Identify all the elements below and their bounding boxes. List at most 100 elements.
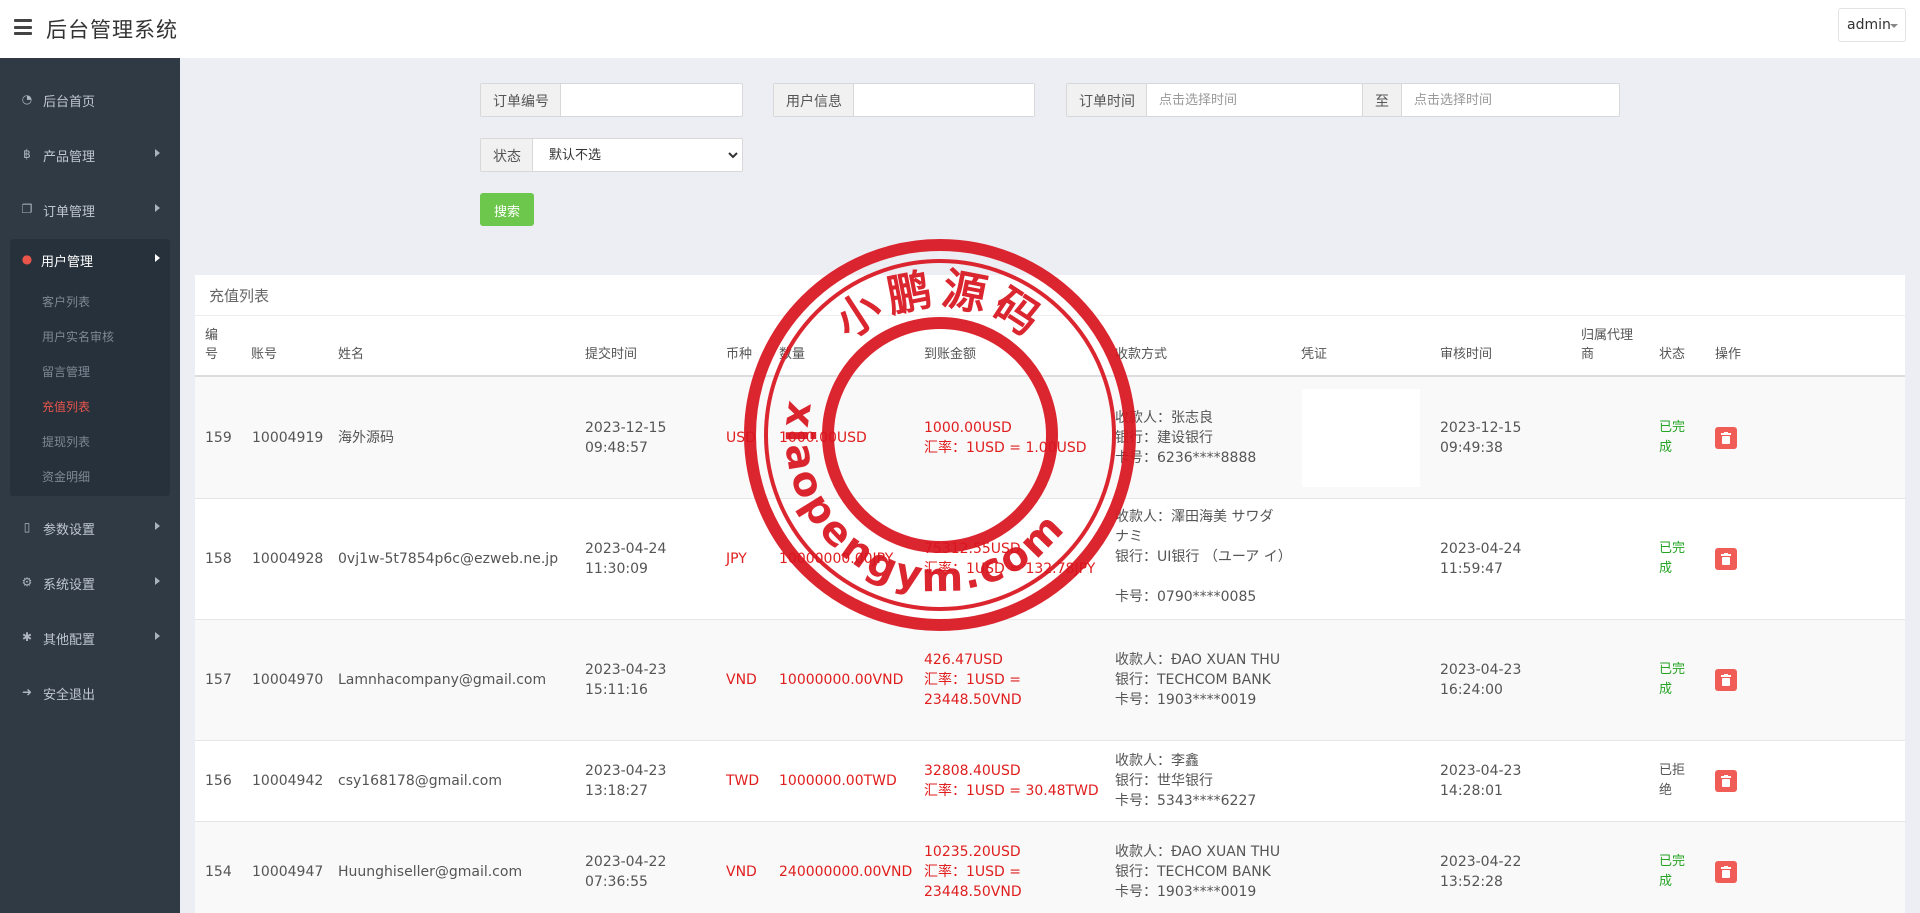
row-received: 10235.20USD bbox=[924, 844, 1021, 860]
divider bbox=[195, 315, 1905, 316]
col-header-id: 编号 bbox=[205, 328, 219, 362]
row-submit-date: 2023-04-23 bbox=[585, 662, 667, 678]
sidebar-item-label: 参数设置 bbox=[43, 523, 96, 538]
sidebar-item-system[interactable]: ⚙ 系统设置 bbox=[0, 562, 180, 602]
row-bank: 银行：世华银行 bbox=[1115, 773, 1213, 789]
status-select[interactable]: 默认不选 bbox=[533, 139, 741, 171]
sidebar-item-label: 订单管理 bbox=[43, 205, 96, 220]
sidebar-item-dashboard[interactable]: ◔ 后台首页 bbox=[0, 79, 180, 119]
row-card: 卡号：1903****0019 bbox=[1115, 692, 1257, 708]
end-time-input[interactable] bbox=[1402, 84, 1618, 116]
col-header-name: 姓名 bbox=[338, 347, 365, 362]
order-no-input[interactable] bbox=[561, 84, 741, 116]
row-payee: 收款人：李鑫 bbox=[1115, 753, 1199, 769]
voucher-image[interactable] bbox=[1302, 389, 1420, 487]
col-header-review-time: 审核时间 bbox=[1440, 347, 1493, 362]
col-header-agent: 归属代理商 bbox=[1581, 328, 1634, 362]
sidebar-item-users[interactable]: ● 用户管理 bbox=[10, 239, 170, 279]
hamburger-menu-icon[interactable] bbox=[14, 19, 32, 35]
sidebar-item-label: 系统设置 bbox=[43, 578, 96, 593]
sidebar-subitem-funds[interactable]: 资金明细 bbox=[42, 468, 90, 485]
row-submit-time: 11:30:09 bbox=[585, 561, 648, 577]
row-payee: 收款人：ĐAO XUAN THU bbox=[1115, 844, 1281, 860]
row-account: 10004947 bbox=[252, 864, 324, 880]
row-status: 已完成 bbox=[1659, 541, 1686, 576]
row-review-date: 2023-04-24 bbox=[1440, 541, 1522, 557]
row-submit-time: 13:18:27 bbox=[585, 783, 648, 799]
search-button[interactable]: 搜索 bbox=[480, 193, 534, 226]
dashboard-icon: ◔ bbox=[21, 92, 33, 106]
delete-button[interactable] bbox=[1715, 669, 1737, 691]
table-row: 156 10004942 csy168178@gmail.com 2023-04… bbox=[195, 741, 1905, 822]
delete-button[interactable] bbox=[1715, 427, 1737, 449]
sidebar-subitem-verification[interactable]: 用户实名审核 bbox=[42, 328, 114, 345]
row-currency: VND bbox=[726, 672, 757, 688]
sidebar-item-products[interactable]: ฿ 产品管理 bbox=[0, 134, 180, 174]
row-card: 卡号：0790****0085 bbox=[1115, 589, 1257, 605]
gears-icon: ⚙ bbox=[21, 575, 33, 589]
row-currency: JPY bbox=[726, 551, 747, 567]
delete-button[interactable] bbox=[1715, 861, 1737, 883]
copy-icon: ❐ bbox=[21, 202, 33, 216]
row-name: Lamnhacompany@gmail.com bbox=[338, 672, 547, 688]
row-review-time: 11:59:47 bbox=[1440, 561, 1503, 577]
row-rate: 汇率：1USD = 23448.50VND bbox=[924, 672, 1022, 708]
gear-icon: ✱ bbox=[21, 630, 33, 644]
row-id: 158 bbox=[205, 551, 232, 567]
sidebar-subitem-messages[interactable]: 留言管理 bbox=[42, 363, 90, 380]
sidebar-item-label: 后台首页 bbox=[43, 95, 96, 110]
row-submit-date: 2023-04-23 bbox=[585, 763, 667, 779]
row-account: 10004928 bbox=[252, 551, 324, 567]
row-payee: 收款人：澤田海美 サワダ ナミ bbox=[1115, 509, 1274, 545]
sidebar-item-logout[interactable]: ➜ 安全退出 bbox=[0, 672, 180, 712]
row-submit-time: 09:48:57 bbox=[585, 440, 648, 456]
trash-icon bbox=[1721, 866, 1731, 878]
user-menu-button[interactable]: admin bbox=[1838, 8, 1906, 42]
sidebar-item-label: 产品管理 bbox=[43, 150, 96, 165]
sidebar-subitem-customers[interactable]: 客户列表 bbox=[42, 293, 90, 310]
to-label: 至 bbox=[1362, 83, 1402, 117]
start-time-input[interactable] bbox=[1147, 84, 1361, 116]
row-amount: 10000000.00JPY bbox=[779, 551, 894, 567]
delete-button[interactable] bbox=[1715, 548, 1737, 570]
row-currency: USD bbox=[726, 430, 756, 446]
user-name: admin bbox=[1847, 17, 1891, 33]
row-amount: 240000000.00VND bbox=[779, 864, 913, 880]
row-account: 10004970 bbox=[252, 672, 324, 688]
delete-button[interactable] bbox=[1715, 770, 1737, 792]
sidebar-item-label: 安全退出 bbox=[43, 688, 96, 703]
caret-right-icon bbox=[155, 254, 160, 262]
caret-right-icon bbox=[155, 632, 160, 640]
user-info-input[interactable] bbox=[854, 84, 1034, 116]
trash-icon bbox=[1721, 775, 1731, 787]
row-currency: TWD bbox=[726, 773, 760, 789]
caret-right-icon bbox=[155, 577, 160, 585]
order-time-filter: 订单时间 bbox=[1066, 83, 1363, 117]
sidebar-subitem-withdraw[interactable]: 提现列表 bbox=[42, 433, 90, 450]
row-id: 159 bbox=[205, 430, 232, 446]
row-bank: 银行：UI银行 （ユーア イ） bbox=[1115, 549, 1292, 565]
sidebar-subitem-recharge[interactable]: 充值列表 bbox=[42, 398, 90, 415]
row-review-time: 14:28:01 bbox=[1440, 783, 1503, 799]
table-row: 157 10004970 Lamnhacompany@gmail.com 202… bbox=[195, 620, 1905, 741]
table-row: 158 10004928 0vj1w-5t7854p6c@ezweb.ne.jp… bbox=[195, 499, 1905, 620]
sidebar-item-other[interactable]: ✱ 其他配置 bbox=[0, 617, 180, 657]
recharge-list-panel: 充值列表 编号 账号 姓名 提交时间 币种 数量 到账金额 收款方式 凭证 审核… bbox=[195, 275, 1905, 913]
col-header-account: 账号 bbox=[251, 347, 278, 362]
col-header-submit-time: 提交时间 bbox=[585, 347, 638, 362]
row-name: csy168178@gmail.com bbox=[338, 773, 502, 789]
row-id: 156 bbox=[205, 773, 232, 789]
row-id: 157 bbox=[205, 672, 232, 688]
row-rate: 汇率：1USD = 1.00USD bbox=[924, 440, 1087, 456]
top-header: 后台管理系统 admin bbox=[0, 0, 1920, 58]
row-currency: VND bbox=[726, 864, 757, 880]
end-time-filter bbox=[1401, 83, 1620, 117]
trash-icon bbox=[1721, 674, 1731, 686]
row-received: 1000.00USD bbox=[924, 420, 1012, 436]
trash-icon bbox=[1721, 432, 1731, 444]
sidebar-item-orders[interactable]: ❐ 订单管理 bbox=[0, 189, 180, 229]
caret-right-icon bbox=[155, 149, 160, 157]
row-submit-date: 2023-04-22 bbox=[585, 854, 667, 870]
row-bank: 银行：TECHCOM BANK bbox=[1115, 672, 1271, 688]
sidebar-item-params[interactable]: ▯ 参数设置 bbox=[0, 507, 180, 547]
